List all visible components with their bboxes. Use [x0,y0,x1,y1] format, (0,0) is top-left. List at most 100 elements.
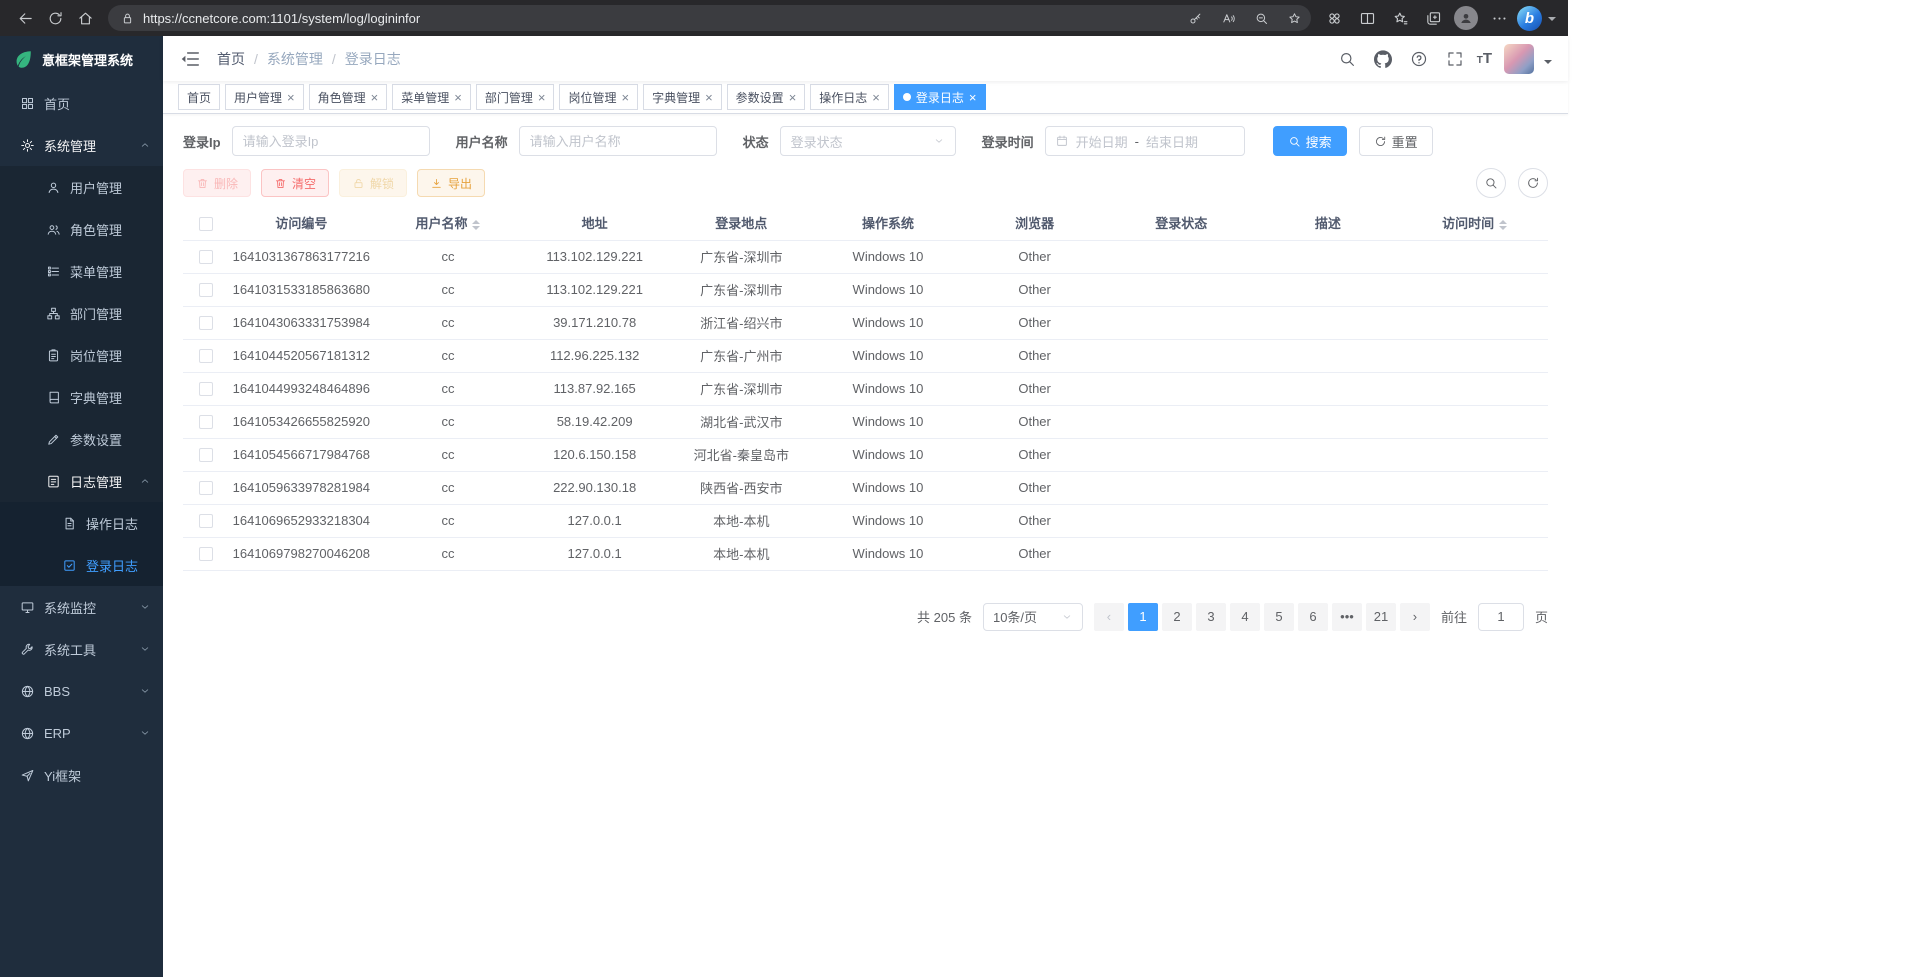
user-name-input[interactable] [519,126,717,156]
sidebar-item-user[interactable]: 用户管理 [0,166,163,208]
row-checkbox[interactable] [199,448,213,462]
close-icon[interactable]: × [969,91,977,104]
home-icon[interactable] [70,3,100,33]
reload-icon[interactable] [40,3,70,33]
breadcrumb-home[interactable]: 首页 [217,49,245,69]
close-icon[interactable]: × [538,91,546,104]
next-page-button[interactable]: › [1400,603,1430,631]
url-text[interactable]: https://ccnetcore.com:1101/system/log/lo… [143,11,1175,26]
end-date-placeholder[interactable]: 结束日期 [1146,132,1198,151]
sidebar-item-log[interactable]: 日志管理 [0,460,163,502]
start-date-placeholder[interactable]: 开始日期 [1076,132,1128,151]
collections-icon[interactable] [1418,3,1448,33]
sidebar-toggle-icon[interactable] [179,48,201,70]
sidebar-item-operlog[interactable]: 操作日志 [0,502,163,544]
table-row[interactable]: 1641069798270046208 cc 127.0.0.1 本地-本机 W… [183,537,1548,570]
breadcrumb-system[interactable]: 系统管理 [267,49,323,69]
password-key-icon[interactable] [1182,5,1208,31]
row-checkbox[interactable] [199,349,213,363]
github-icon[interactable] [1369,45,1397,73]
table-row[interactable]: 1641044520567181312 cc 112.96.225.132 广东… [183,339,1548,372]
table-row[interactable]: 1641059633978281984 cc 222.90.130.18 陕西省… [183,471,1548,504]
chevron-down-icon[interactable] [1548,17,1556,25]
goto-page-input[interactable] [1478,603,1524,631]
tab-loginlog-active[interactable]: 登录日志× [894,84,986,110]
row-checkbox[interactable] [199,547,213,561]
sidebar-item-loginlog[interactable]: 登录日志 [0,544,163,586]
sidebar-item-yi[interactable]: Yi框架 [0,754,163,796]
sidebar-item-param[interactable]: 参数设置 [0,418,163,460]
more-pages-button[interactable]: ••• [1332,603,1362,631]
unlock-button[interactable]: 解锁 [339,169,407,197]
page-size-select[interactable]: 10条/页 [983,603,1083,631]
tab-param[interactable]: 参数设置× [727,84,806,110]
sidebar-item-monitor[interactable]: 系统监控 [0,586,163,628]
page-button-21[interactable]: 21 [1366,603,1396,631]
search-button[interactable]: 搜索 [1273,126,1347,156]
table-row[interactable]: 1641031367863177216 cc 113.102.129.221 广… [183,240,1548,273]
table-row[interactable]: 1641043063331753984 cc 39.171.210.78 浙江省… [183,306,1548,339]
login-ip-input[interactable] [232,126,430,156]
sidebar-item-bbs[interactable]: BBS [0,670,163,712]
col-access-time[interactable]: 访问时间 [1401,206,1548,240]
table-row[interactable]: 1641031533185863680 cc 113.102.129.221 广… [183,273,1548,306]
split-screen-icon[interactable] [1352,3,1382,33]
sidebar-item-dept[interactable]: 部门管理 [0,292,163,334]
back-icon[interactable] [10,3,40,33]
add-favorite-star-icon[interactable] [1281,5,1307,31]
prev-page-button[interactable]: ‹ [1094,603,1124,631]
read-aloud-icon[interactable] [1215,5,1241,31]
page-button-4[interactable]: 4 [1230,603,1260,631]
close-icon[interactable]: × [454,91,462,104]
row-checkbox[interactable] [199,382,213,396]
table-row[interactable]: 1641053426655825920 cc 58.19.42.209 湖北省-… [183,405,1548,438]
tab-user[interactable]: 用户管理× [225,84,304,110]
col-user-name[interactable]: 用户名称 [375,206,522,240]
close-icon[interactable]: × [872,91,880,104]
delete-button[interactable]: 删除 [183,169,251,197]
close-icon[interactable]: × [371,91,379,104]
sidebar-item-post[interactable]: 岗位管理 [0,334,163,376]
page-button-2[interactable]: 2 [1162,603,1192,631]
close-icon[interactable]: × [287,91,295,104]
row-checkbox[interactable] [199,415,213,429]
row-checkbox[interactable] [199,250,213,264]
refresh-table-button[interactable] [1518,168,1548,198]
row-checkbox[interactable] [199,316,213,330]
close-icon[interactable]: × [621,91,629,104]
zoom-out-icon[interactable] [1248,5,1274,31]
hide-search-button[interactable] [1476,168,1506,198]
tab-home[interactable]: 首页 [178,84,220,110]
help-icon[interactable] [1405,45,1433,73]
close-icon[interactable]: × [789,91,797,104]
tab-operlog[interactable]: 操作日志× [810,84,889,110]
extensions-icon[interactable] [1319,3,1349,33]
row-checkbox[interactable] [199,481,213,495]
copilot-bing-icon[interactable]: b [1517,6,1542,31]
date-range-picker[interactable]: 开始日期 - 结束日期 [1045,126,1245,156]
sidebar-item-tool[interactable]: 系统工具 [0,628,163,670]
tab-dept[interactable]: 部门管理× [476,84,555,110]
sidebar-item-dict[interactable]: 字典管理 [0,376,163,418]
close-icon[interactable]: × [705,91,713,104]
row-checkbox[interactable] [199,514,213,528]
tab-post[interactable]: 岗位管理× [559,84,638,110]
sidebar-item-erp[interactable]: ERP [0,712,163,754]
tab-role[interactable]: 角色管理× [309,84,388,110]
sidebar-item-menu[interactable]: 菜单管理 [0,250,163,292]
user-avatar[interactable] [1504,44,1534,74]
sidebar-item-home[interactable]: 首页 [0,82,163,124]
chevron-down-icon[interactable] [1544,60,1552,68]
more-menu-icon[interactable] [1484,3,1514,33]
clear-button[interactable]: 清空 [261,169,329,197]
page-button-1[interactable]: 1 [1128,603,1158,631]
select-all-checkbox[interactable] [199,217,213,231]
favorites-icon[interactable] [1385,3,1415,33]
tab-menu[interactable]: 菜单管理× [392,84,471,110]
table-row[interactable]: 1641069652933218304 cc 127.0.0.1 本地-本机 W… [183,504,1548,537]
search-icon[interactable] [1333,45,1361,73]
status-select[interactable]: 登录状态 [780,126,956,156]
sort-icon[interactable] [472,220,480,230]
sort-icon[interactable] [1499,220,1507,230]
fullscreen-icon[interactable] [1441,45,1469,73]
